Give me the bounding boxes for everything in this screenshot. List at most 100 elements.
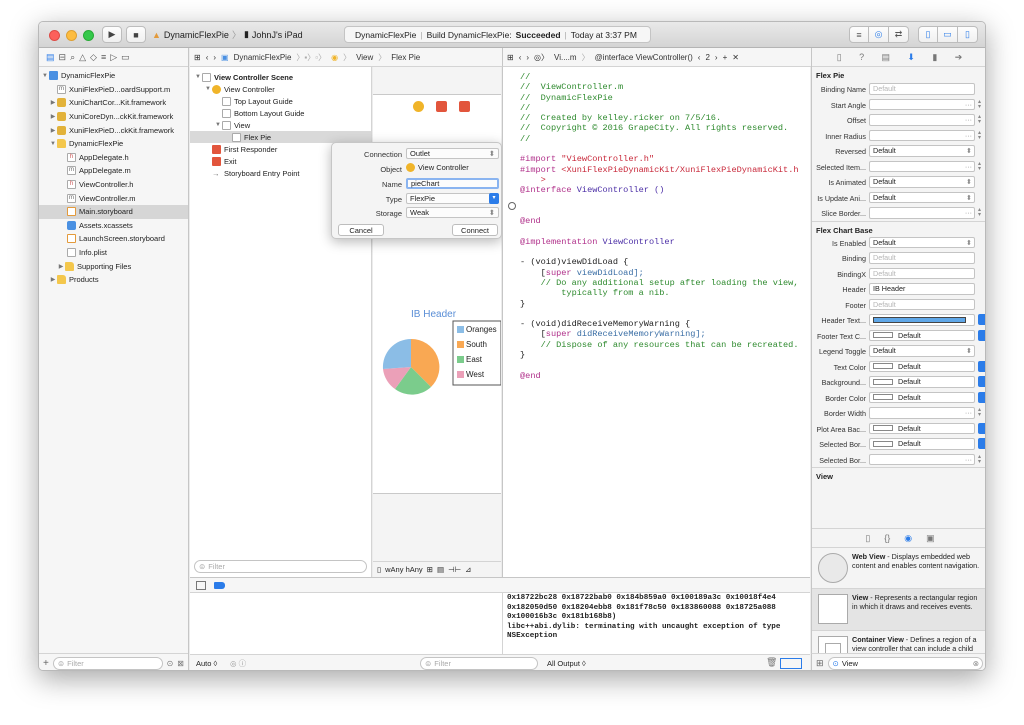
tree-item[interactable]: ▶ XuniCoreDyn...ckKit.framework	[39, 110, 188, 124]
toggle-utilities-button[interactable]: ▯	[958, 26, 978, 43]
test-icon[interactable]: ◇	[90, 52, 97, 63]
clear-search-icon[interactable]: ⊗	[973, 659, 979, 668]
color-popup-icon[interactable]	[978, 360, 985, 372]
color-well[interactable]: Default	[869, 360, 975, 372]
tree-item[interactable]: LaunchScreen.storyboard	[39, 232, 188, 246]
outline-filter[interactable]: ⊜ Filter	[194, 560, 367, 573]
color-well[interactable]	[869, 314, 975, 326]
toggle-debug-button[interactable]: ▭	[938, 26, 958, 43]
console-output[interactable]: 0x18722bc28 0x18722bab0 0x184b859a0 0x10…	[502, 593, 810, 655]
toggle-navigator-button[interactable]: ▯	[918, 26, 938, 43]
snippet-icon[interactable]: {}	[884, 533, 890, 543]
size-class[interactable]: wAny hAny	[385, 565, 423, 574]
exit-dock-icon[interactable]	[459, 101, 470, 112]
trash-icon[interactable]: 🗑	[766, 657, 777, 668]
zoom-window-button[interactable]	[83, 30, 94, 41]
prop-select[interactable]: Default ⬍	[869, 345, 975, 357]
library-item-selected[interactable]: View - Represents a rectangular region i…	[812, 588, 985, 630]
grid-view-icon[interactable]: ⊞	[816, 658, 824, 669]
prop-select[interactable]: Default ⬍	[869, 176, 975, 188]
next-counterpart[interactable]: ›	[715, 53, 718, 62]
color-well[interactable]: Default	[869, 391, 975, 403]
stepper-icon[interactable]: ▴ ▾	[978, 161, 984, 172]
stepper-icon[interactable]: ▴ ▾	[978, 130, 984, 141]
vc-dock-icon[interactable]	[413, 101, 424, 112]
tree-item[interactable]: ▶ Products	[39, 273, 188, 287]
resolve-icon[interactable]: ⊿	[465, 565, 471, 574]
outline-item[interactable]: ▼ View Controller Scene	[190, 71, 371, 83]
connect-button[interactable]: Connect	[452, 224, 498, 236]
minimize-window-button[interactable]	[66, 30, 77, 41]
color-popup-icon[interactable]	[978, 314, 985, 325]
back-icon[interactable]: ‹	[519, 53, 522, 62]
jump-crumb[interactable]: DynamicFlexPie	[234, 53, 292, 62]
breakpoints-toggle-icon[interactable]	[214, 581, 225, 589]
tree-item[interactable]: ▼ DynamicFlexPie	[39, 69, 188, 83]
cancel-button[interactable]: Cancel	[338, 224, 384, 236]
standard-editor-button[interactable]: ≡	[849, 26, 869, 43]
outlet-connection-circle[interactable]	[508, 202, 516, 210]
stop-button[interactable]: ■	[126, 26, 146, 43]
hide-debug-icon[interactable]	[196, 580, 206, 590]
prop-field[interactable]: ···	[869, 129, 975, 141]
scm-icon[interactable]: ⊠	[177, 659, 184, 668]
prop-field[interactable]: ···	[869, 98, 975, 110]
file-template-icon[interactable]: ▯	[865, 533, 870, 544]
color-well[interactable]: Default	[869, 438, 975, 450]
prop-select[interactable]: Default ⬍	[869, 145, 975, 157]
stepper-icon[interactable]: ▴ ▾	[978, 454, 984, 465]
size-icon[interactable]: ▮	[932, 52, 937, 63]
scheme-selector[interactable]: ▲ DynamicFlexPie 〉 ▮ JohnJ's iPad	[152, 26, 303, 43]
name-input[interactable]: pieChart	[406, 178, 499, 189]
tree-item-selected[interactable]: Main.storyboard	[39, 204, 188, 219]
outline-item[interactable]: Top Layout Guide	[190, 95, 371, 107]
library-item[interactable]: Web View - Displays embedded web content…	[812, 547, 985, 588]
align-icon[interactable]: ▤	[437, 565, 444, 574]
outline-item[interactable]: ▼ View Controller	[190, 83, 371, 95]
view-crumb[interactable]: View	[356, 53, 373, 62]
tree-item[interactable]: m AppDelegate.m	[39, 164, 188, 178]
code-editor[interactable]: // // ViewController.m // DynamicFlexPie…	[502, 67, 810, 577]
connection-select[interactable]: Outlet ⬍	[406, 148, 499, 159]
version-editor-button[interactable]: ⇄	[889, 26, 909, 43]
prop-field[interactable]: Default	[869, 298, 975, 310]
prop-field[interactable]: ···	[869, 407, 975, 419]
run-button[interactable]: ▶	[102, 26, 122, 43]
responder-dock-icon[interactable]	[436, 101, 447, 112]
symbol-crumb[interactable]: @interface ViewController()	[595, 53, 693, 62]
tree-item[interactable]: h AppDelegate.h	[39, 151, 188, 165]
eye-icon[interactable]: ◎ ⓘ	[230, 658, 246, 669]
stepper-icon[interactable]: ▴ ▾	[978, 99, 984, 110]
color-well[interactable]: Default	[869, 329, 975, 341]
prop-field[interactable]: ···	[869, 453, 975, 465]
color-popup-icon[interactable]	[978, 422, 985, 434]
back-icon[interactable]: ‹	[206, 53, 209, 62]
outline-toggle-icon[interactable]: ▯	[377, 565, 381, 574]
flexpie-crumb[interactable]: Flex Pie	[391, 53, 420, 62]
search-icon[interactable]: ⌕	[70, 52, 75, 63]
forward-icon[interactable]: ›	[213, 53, 216, 62]
tree-item[interactable]: Info.plist	[39, 246, 188, 260]
color-popup-icon[interactable]	[978, 329, 985, 341]
warning-icon[interactable]: △	[79, 52, 86, 63]
stepper-icon[interactable]: ▴ ▾	[978, 114, 984, 125]
outline-item[interactable]: Bottom Layout Guide	[190, 107, 371, 119]
media-icon[interactable]: ▣	[926, 533, 935, 544]
debug-icon[interactable]: ≡	[101, 52, 106, 62]
prop-field[interactable]: ···	[869, 114, 975, 126]
header-field[interactable]: IB Header	[869, 283, 975, 295]
report-icon[interactable]: ▭	[121, 52, 130, 63]
forward-icon[interactable]: ›	[526, 53, 529, 62]
navigator-filter[interactable]: ⊜ Filter	[52, 656, 163, 670]
type-combobox[interactable]: FlexPie ▾	[406, 193, 499, 204]
attributes-icon[interactable]: ⬇	[907, 52, 915, 63]
color-popup-icon[interactable]	[978, 438, 985, 449]
storage-select[interactable]: Weak ⬍	[406, 207, 499, 218]
related-items-icon[interactable]: ⊞	[507, 53, 514, 62]
library-search[interactable]: ⊙ View ⊗	[827, 656, 983, 670]
prop-select[interactable]: Default ⬍	[869, 191, 975, 203]
recent-icon[interactable]: ⊙	[167, 659, 174, 668]
tree-item[interactable]: ▶ XuniChartCor...Kit.framework	[39, 96, 188, 110]
tree-item[interactable]: ▶ Supporting Files	[39, 259, 188, 273]
tree-item[interactable]: Assets.xcassets	[39, 219, 188, 233]
